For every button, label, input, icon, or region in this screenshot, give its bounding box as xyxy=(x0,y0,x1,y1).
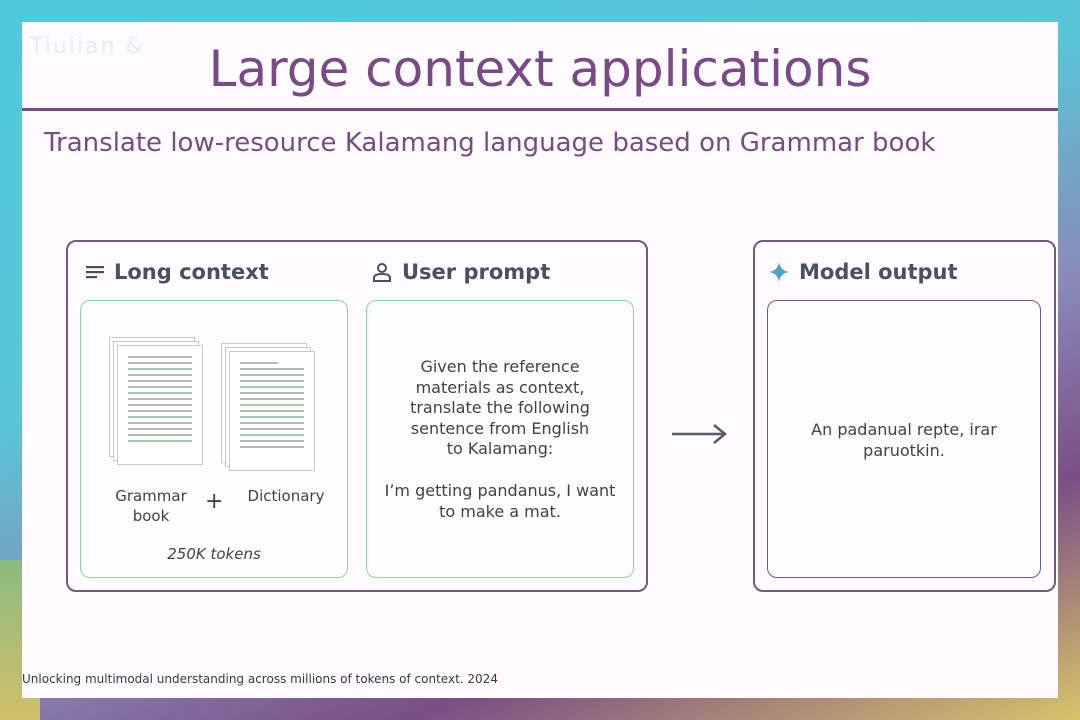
prompt-instruction: Given the reference materials as context… xyxy=(381,357,619,460)
sparkle-icon xyxy=(769,262,789,282)
long-context-box: Grammar book + Dictionary 250K tokens xyxy=(80,300,348,578)
model-output-title: Model output xyxy=(799,260,958,284)
prompt-line: Given the reference xyxy=(420,357,580,376)
title-divider xyxy=(22,108,1058,111)
user-prompt-header: User prompt xyxy=(372,260,550,284)
prompt-line: to Kalamang: xyxy=(446,439,554,458)
slide: Tiulian & Large context applications Tra… xyxy=(22,22,1058,698)
model-output-box: An padanual repte, irar paruotkin. xyxy=(767,300,1041,578)
input-panel: Long context User prompt Grammar book + … xyxy=(66,240,648,592)
prompt-line: materials as context, xyxy=(415,377,585,397)
prompt-line: translate the following xyxy=(410,398,590,417)
prompt-sentence: I’m getting pandanus, I want to make a m… xyxy=(381,481,619,522)
footer-citation: Unlocking multimodal understanding acros… xyxy=(22,672,498,686)
output-line: paruotkin. xyxy=(863,441,945,460)
text-lines-icon xyxy=(86,265,104,279)
long-context-header: Long context xyxy=(86,260,269,284)
plus-sign: + xyxy=(205,489,224,514)
token-count: 250K tokens xyxy=(167,545,261,563)
grammar-book-label: Grammar book xyxy=(109,487,193,525)
person-icon xyxy=(372,262,392,282)
model-output-header: Model output xyxy=(769,260,958,284)
subtitle: Translate low-resource Kalamang language… xyxy=(44,128,936,158)
output-panel: Model output An padanual repte, irar par… xyxy=(753,240,1056,592)
model-output-text: An padanual repte, irar paruotkin. xyxy=(768,419,1040,461)
long-context-title: Long context xyxy=(114,260,269,284)
user-prompt-title: User prompt xyxy=(402,260,551,284)
prompt-line: sentence from English xyxy=(410,418,590,438)
grammar-label-line-2: book xyxy=(132,507,170,525)
dictionary-label: Dictionary xyxy=(247,487,325,505)
user-prompt-box: Given the reference materials as context… xyxy=(366,300,634,578)
sentence-line: to make a mat. xyxy=(439,501,561,521)
grammar-label-line-1: Grammar xyxy=(115,487,187,505)
arrow-right-icon xyxy=(672,422,728,450)
output-line: An padanual repte, irar xyxy=(811,420,997,439)
page-title: Large context applications xyxy=(208,40,872,98)
sentence-line: I’m getting pandanus, I want xyxy=(384,481,616,500)
